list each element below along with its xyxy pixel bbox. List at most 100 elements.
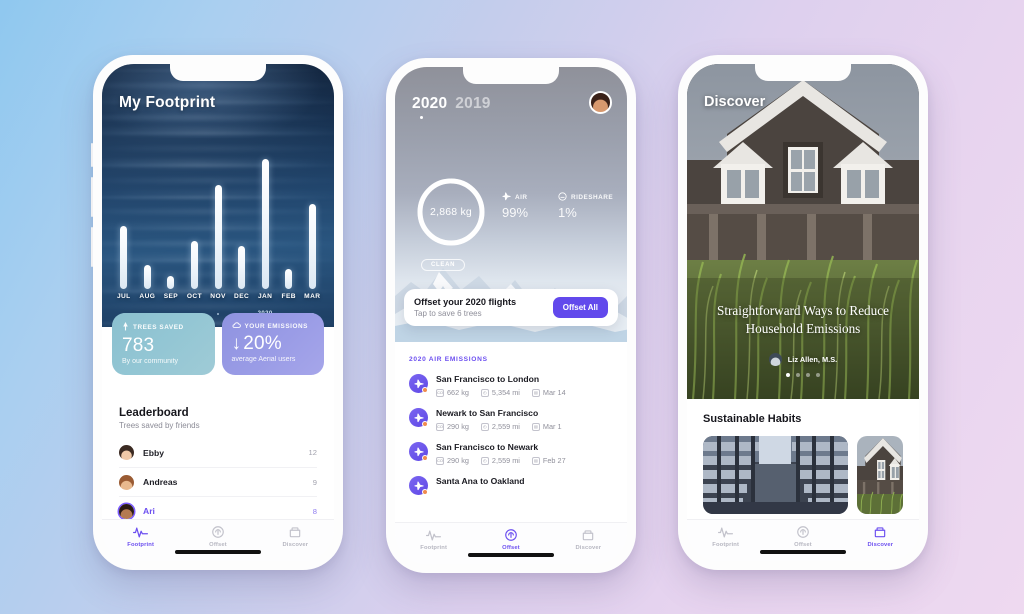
distance-icon: ◴ (480, 388, 489, 397)
year-selector[interactable]: 2020 2019 (412, 95, 491, 119)
discover-hero[interactable]: Discover Straightforward Ways to Reduce … (687, 64, 919, 399)
avatar[interactable] (589, 91, 612, 114)
flight-route: Newark to San Francisco (436, 408, 539, 418)
clean-badge: CLEAN (421, 259, 466, 271)
down-arrow-icon: ↓ (231, 333, 242, 354)
carousel-dots[interactable] (687, 373, 919, 377)
carousel-dot[interactable] (796, 373, 800, 377)
flight-row[interactable]: San Francisco to Newark CO 290 kg ◴ 2,559 … (409, 442, 613, 465)
stat-card-your-emissions[interactable]: YOUR EMISSIONS ↓ 20% average Aerial users (221, 313, 324, 375)
discover-icon (873, 525, 887, 540)
plane-icon (502, 192, 511, 203)
bar-column[interactable] (183, 240, 207, 289)
stat-card-label: TREES SAVED (133, 324, 184, 331)
stat-card-header: TREES SAVED (122, 322, 205, 333)
tab-discover[interactable]: Discover (842, 525, 919, 548)
calendar-icon: ▤ (531, 388, 540, 397)
notch (755, 64, 851, 81)
leaderboard-row[interactable]: Ebby 12 (119, 438, 317, 467)
flight-route: San Francisco to Newark (436, 442, 539, 452)
home-indicator (175, 550, 261, 554)
carousel-dot[interactable] (786, 373, 790, 377)
flight-emissions: CO 662 kg (436, 388, 469, 397)
leaderboard-row[interactable]: Andreas 9 (119, 467, 317, 496)
flight-date: ▤ Feb 27 (531, 456, 566, 465)
flight-meta: CO 290 kg ◴ 2,559 mi ▤ Mar 1 (436, 422, 613, 431)
bar-column[interactable] (301, 204, 325, 289)
offset-banner[interactable]: Offset your 2020 flights Tap to save 6 t… (404, 289, 618, 326)
bar-column[interactable] (277, 268, 301, 289)
month-label: NOV (210, 293, 226, 300)
co2-icon: CO (436, 422, 444, 431)
bar-feb (285, 268, 293, 289)
legend-label: AIR (515, 194, 528, 201)
tab-discover[interactable]: Discover (550, 528, 627, 551)
chart-month-labels: JUL AUG SEP OCT NOV DEC JAN FEB MAR (112, 293, 324, 305)
legend-item-air: AIR 99% (502, 192, 528, 220)
flight-row[interactable]: Newark to San Francisco CO 290 kg ◴ 2,559 … (409, 408, 613, 431)
emissions-legend: AIR 99% RIDESHARE 1% (502, 192, 613, 220)
tab-label: Offset (209, 541, 227, 548)
distance-icon: ◴ (480, 456, 489, 465)
month-label: SEP (163, 293, 179, 300)
leaderboard-title: Leaderboard (119, 407, 189, 419)
emissions-bar-chart[interactable] (112, 144, 324, 289)
tab-label: Offset (502, 544, 520, 551)
flight-emissions: CO 290 kg (436, 456, 469, 465)
bar-column[interactable] (253, 158, 277, 289)
tab-offset[interactable]: Offset (179, 525, 256, 548)
tab-discover[interactable]: Discover (257, 525, 334, 548)
tab-offset[interactable]: Offset (472, 528, 549, 551)
habit-card[interactable] (857, 436, 903, 514)
tab-label: Discover (575, 544, 602, 551)
discover-icon (581, 528, 595, 543)
bar-column[interactable] (230, 245, 254, 289)
cloud-icon (232, 322, 241, 331)
year-2020[interactable]: 2020 (412, 95, 447, 119)
bar-column[interactable] (159, 275, 183, 289)
plane-icon (409, 408, 428, 427)
leaderboard-name: Ari (143, 506, 155, 516)
stat-card-trees-saved[interactable]: TREES SAVED 783 By our community (112, 313, 215, 375)
tab-footprint[interactable]: Footprint (687, 525, 764, 548)
tab-footprint[interactable]: Footprint (395, 528, 472, 551)
notch (463, 67, 559, 84)
donut-value: 2,868 kg (430, 206, 472, 218)
tab-footprint[interactable]: Footprint (102, 525, 179, 548)
bar-column[interactable] (136, 264, 160, 289)
tab-bar: Footprint Offset Discover (687, 519, 919, 561)
section-title: Sustainable Habits (703, 413, 802, 425)
tab-offset[interactable]: Offset (764, 525, 841, 548)
plane-icon (409, 374, 428, 393)
stat-cards: TREES SAVED 783 By our community YOUR EM… (112, 313, 324, 375)
author-name: Liz Allen, M.S. (787, 355, 838, 364)
bar-column[interactable] (206, 185, 230, 289)
carousel-dot[interactable] (816, 373, 820, 377)
notch (170, 64, 266, 81)
stat-card-subtitle: average Aerial users (231, 356, 296, 363)
leaderboard-score: 8 (312, 506, 317, 516)
bar-oct (190, 240, 198, 289)
screen-offset: 2020 2019 2,868 kg AIR 99% RIDESHARE 1% … (395, 67, 627, 564)
tree-icon (122, 322, 129, 333)
distance-icon: ◴ (480, 422, 489, 431)
flight-row[interactable]: Santa Ana to Oakland (409, 476, 613, 495)
offset-icon (504, 528, 518, 543)
tab-label: Footprint (712, 541, 740, 548)
warehouse-photo (703, 436, 848, 514)
bar-aug (143, 264, 151, 289)
flight-meta: CO 662 kg ◴ 5,354 mi ▤ Mar 14 (436, 388, 613, 397)
carousel-dot[interactable] (806, 373, 810, 377)
month-label: MAR (304, 293, 321, 300)
month-label: DEC (234, 293, 250, 300)
year-2019[interactable]: 2019 (455, 95, 490, 113)
offset-all-button[interactable]: Offset All (552, 297, 608, 318)
poster-stage: My Footprint JUL AUG SEP OCT NOV DEC JAN FEB MAR… (0, 0, 1024, 614)
habit-card[interactable] (703, 436, 848, 514)
tab-label: Footprint (420, 544, 448, 551)
flight-row[interactable]: San Francisco to London CO 662 kg ◴ 5,354 … (409, 374, 613, 397)
page-title: My Footprint (119, 94, 216, 111)
stat-card-value: ↓ 20% (231, 333, 282, 354)
pulse-icon (426, 528, 442, 543)
bar-column[interactable] (112, 226, 136, 289)
